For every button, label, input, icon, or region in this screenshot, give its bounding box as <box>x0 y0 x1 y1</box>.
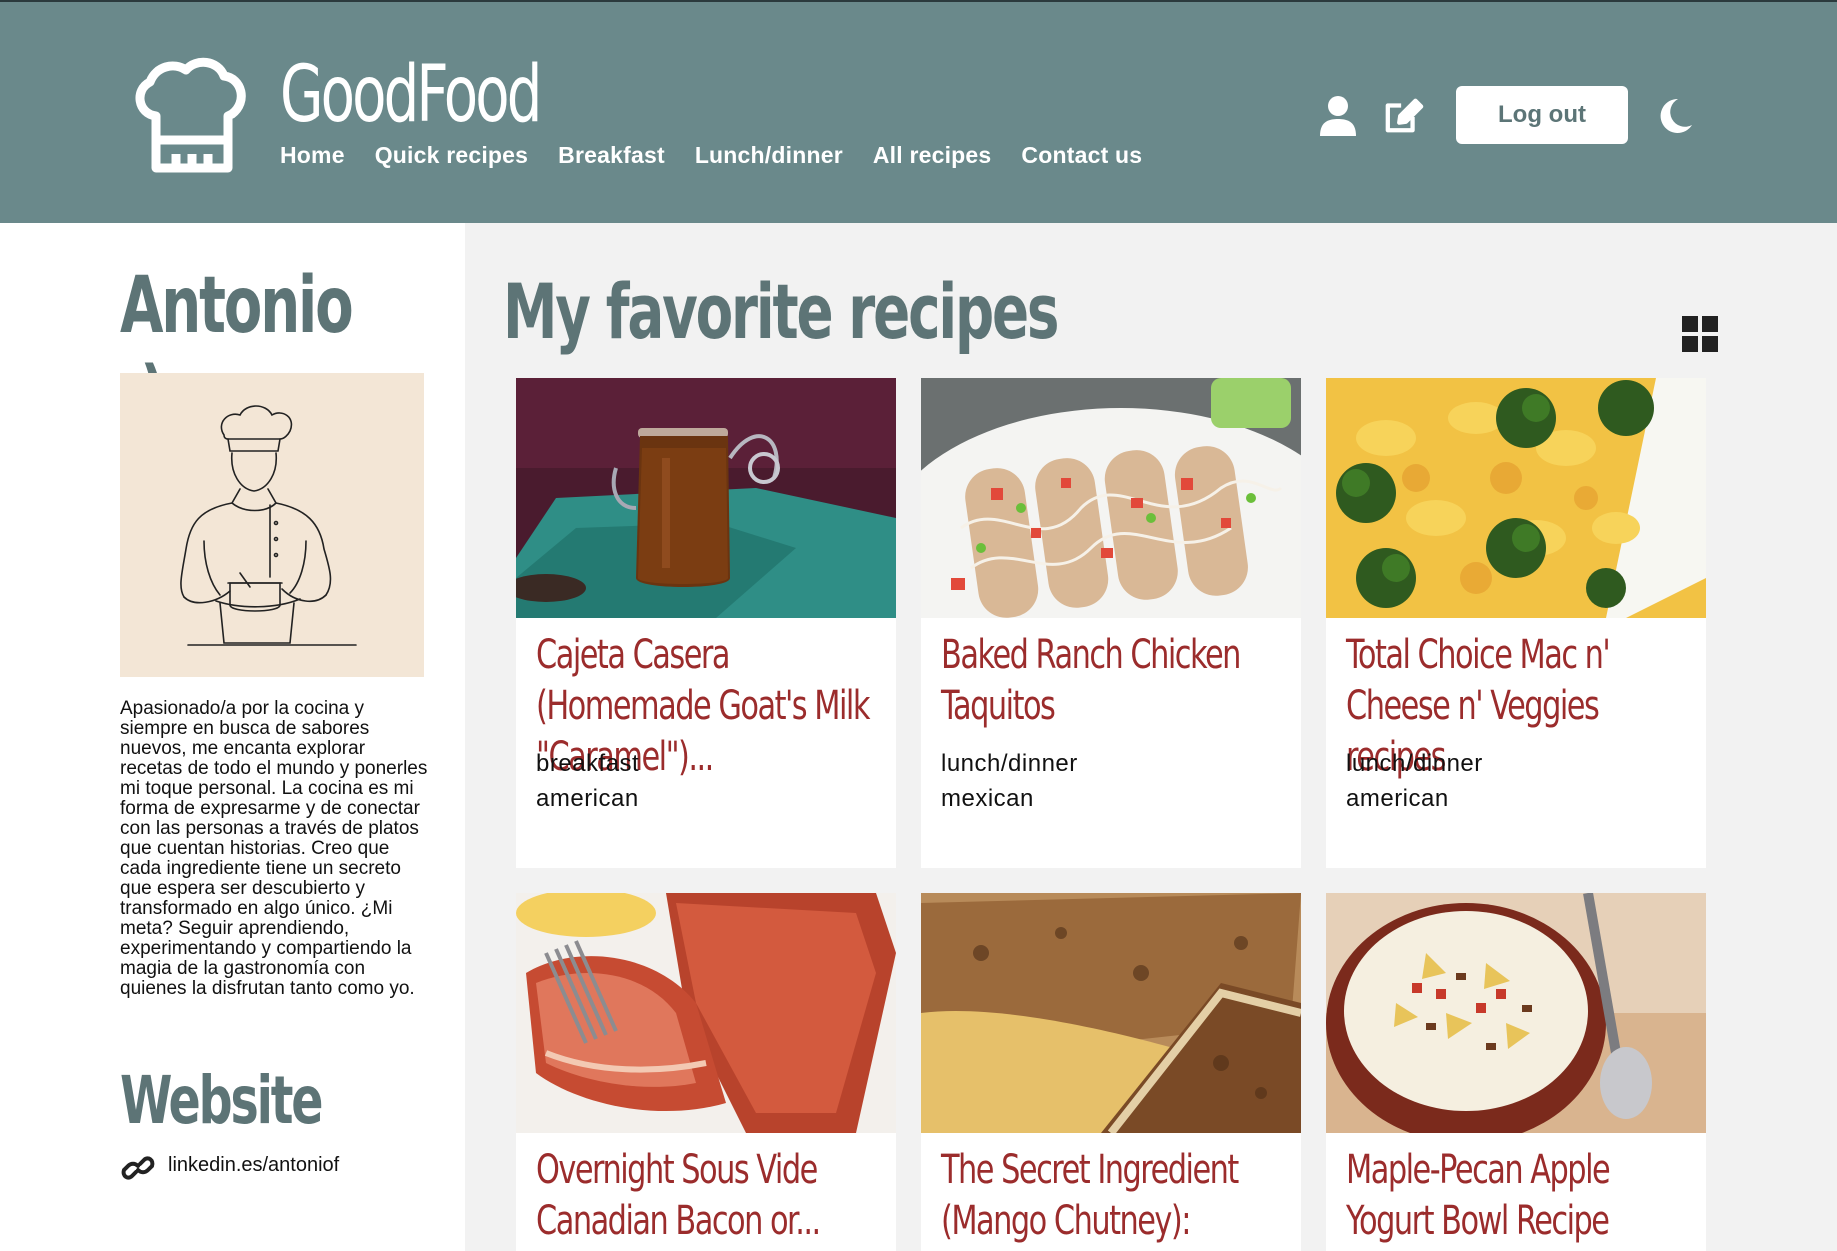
recipe-card[interactable]: Cajeta Casera (Homemade Goat's Milk "Car… <box>516 378 896 868</box>
profile-sidebar: Antonio :) Apa <box>0 223 465 1251</box>
avatar <box>120 373 424 677</box>
recipe-title[interactable]: Maple-Pecan Apple Yogurt Bowl Recipe <box>1346 1145 1703 1247</box>
recipe-image-yogurt-bowl <box>1326 893 1706 1133</box>
recipe-card[interactable]: Maple-Pecan Apple Yogurt Bowl Recipe <box>1326 893 1706 1251</box>
profile-bio: Apasionado/a por la cocina y siempre en … <box>120 698 428 999</box>
recipe-card[interactable]: The Secret Ingredient (Mango Chutney): C… <box>921 893 1301 1251</box>
page-title: My favorite recipes <box>503 267 1060 356</box>
grid-view-icon[interactable] <box>1682 316 1718 352</box>
chef-illustration <box>180 405 357 646</box>
recipe-image-bacon <box>516 893 896 1133</box>
website-heading: Website <box>120 1062 324 1139</box>
recipe-meal-type: breakfast <box>536 750 640 777</box>
main-nav: Home Quick recipes Breakfast Lunch/dinne… <box>280 142 1142 169</box>
logout-button[interactable]: Log out <box>1456 86 1628 144</box>
recipe-image-chutney-sandwich <box>921 893 1301 1133</box>
recipe-card[interactable]: Total Choice Mac n' Cheese n' Veggies re… <box>1326 378 1706 868</box>
brand-title[interactable]: GoodFood <box>280 50 542 140</box>
link-icon <box>121 1156 155 1180</box>
nav-breakfast[interactable]: Breakfast <box>558 142 665 169</box>
moon-icon[interactable] <box>1656 97 1694 135</box>
recipe-meal-type: lunch/dinner <box>1346 750 1483 777</box>
nav-lunch-dinner[interactable]: Lunch/dinner <box>695 142 843 169</box>
recipe-title[interactable]: The Secret Ingredient (Mango Chutney): C… <box>941 1145 1298 1251</box>
edit-icon[interactable] <box>1384 94 1424 138</box>
nav-contact-us[interactable]: Contact us <box>1021 142 1142 169</box>
recipe-cuisine: american <box>536 785 639 812</box>
recipe-card[interactable]: Overnight Sous Vide Canadian Bacon or... <box>516 893 896 1251</box>
recipe-image-taquitos <box>921 378 1301 618</box>
recipe-cuisine: mexican <box>941 785 1034 812</box>
site-header: GoodFood Home Quick recipes Breakfast Lu… <box>0 2 1837 223</box>
recipe-image-cajeta <box>516 378 896 618</box>
user-icon[interactable] <box>1318 94 1358 138</box>
nav-quick-recipes[interactable]: Quick recipes <box>375 142 528 169</box>
recipe-image-mac-cheese <box>1326 378 1706 618</box>
nav-home[interactable]: Home <box>280 142 345 169</box>
website-link[interactable]: linkedin.es/antoniof <box>168 1154 339 1177</box>
recipe-title[interactable]: Baked Ranch Chicken Taquitos <box>941 630 1298 732</box>
recipe-meal-type: lunch/dinner <box>941 750 1078 777</box>
favorites-section: My favorite recipes Cajeta Casera (Homem… <box>465 223 1837 1251</box>
chef-hat-icon[interactable] <box>130 54 250 176</box>
recipe-card[interactable]: Baked Ranch Chicken Taquitos lunch/dinne… <box>921 378 1301 868</box>
recipe-title[interactable]: Overnight Sous Vide Canadian Bacon or... <box>536 1145 893 1247</box>
recipe-cuisine: american <box>1346 785 1449 812</box>
nav-all-recipes[interactable]: All recipes <box>873 142 992 169</box>
